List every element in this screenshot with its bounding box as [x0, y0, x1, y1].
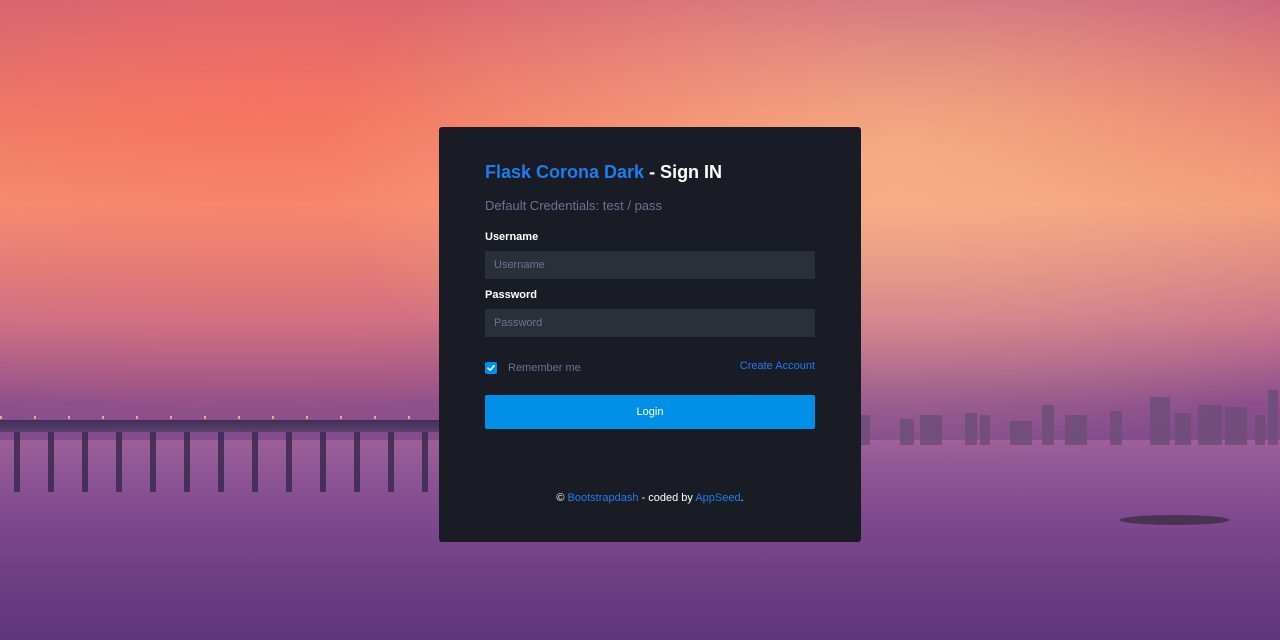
remember-me-checkbox[interactable] [485, 362, 497, 374]
footer-end: . [740, 492, 744, 504]
bridge-deck [0, 420, 440, 432]
password-label: Password [485, 289, 537, 301]
login-button[interactable]: Login [485, 395, 815, 429]
username-input[interactable] [485, 251, 815, 279]
check-icon [487, 365, 495, 371]
footer-middle-text: - coded by [638, 492, 696, 504]
footer: © Bootstrapdash - coded by AppSeed. [439, 492, 861, 504]
bridge-pillars [0, 432, 440, 492]
title-suffix: - Sign IN [644, 162, 723, 182]
rocks [1120, 515, 1230, 525]
login-card: Flask Corona Dark - Sign IN Default Cred… [439, 127, 861, 542]
copyright-symbol: © [556, 492, 565, 504]
password-input[interactable] [485, 309, 815, 337]
bridge-lights [0, 416, 440, 419]
page-title: Flask Corona Dark - Sign IN [485, 162, 722, 183]
appseed-link[interactable]: AppSeed [695, 492, 740, 504]
credentials-hint: Default Credentials: test / pass [485, 198, 663, 213]
create-account-link[interactable]: Create Account [740, 360, 815, 372]
remember-me-label[interactable]: Remember me [508, 362, 581, 374]
bootstrapdash-link[interactable]: Bootstrapdash [568, 492, 639, 504]
username-label: Username [485, 231, 539, 243]
city-skyline [860, 385, 1280, 445]
brand-name: Flask Corona Dark [485, 162, 645, 182]
